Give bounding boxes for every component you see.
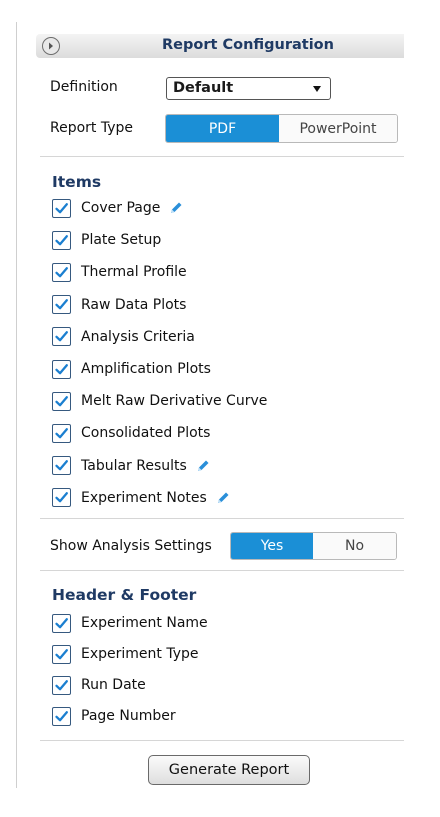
header-footer-section-title: Header & Footer [52, 586, 197, 604]
collapse-button[interactable] [42, 37, 60, 55]
checkbox-label: Consolidated Plots [81, 425, 211, 442]
report-item-item[interactable]: Raw Data Plots [52, 294, 186, 316]
checkbox[interactable] [52, 644, 71, 664]
checkbox[interactable] [52, 262, 71, 282]
items-section-title: Items [52, 173, 102, 191]
check-icon [55, 299, 68, 310]
definition-select[interactable]: Default [166, 77, 331, 100]
chevron-right-icon [49, 42, 53, 50]
report-type-pdf[interactable]: PDF [166, 115, 279, 142]
checkbox-label: Experiment Type [81, 646, 199, 662]
checkbox-label: Plate Setup [81, 232, 162, 249]
checkbox-label: Experiment Name [81, 615, 208, 631]
header-footer-item-item[interactable]: Page Number [52, 705, 176, 727]
show-analysis-yes[interactable]: Yes [231, 533, 313, 559]
divider [40, 570, 404, 571]
show-analysis-settings-toggle: Yes No [230, 532, 397, 560]
header-footer-item-item[interactable]: Run Date [52, 674, 146, 696]
check-icon [55, 202, 68, 213]
checkbox-label: Experiment Notes [81, 489, 207, 506]
check-icon [55, 266, 68, 278]
panel-border [16, 22, 17, 788]
checkbox[interactable] [52, 391, 71, 411]
check-icon [55, 427, 68, 439]
checkbox[interactable] [52, 359, 71, 379]
check-icon [55, 234, 68, 246]
edit-pencil-icon[interactable] [168, 200, 184, 216]
report-item-item[interactable]: Thermal Profile [52, 261, 187, 283]
divider [40, 156, 404, 157]
show-analysis-no[interactable]: No [313, 533, 396, 559]
edit-pencil-icon[interactable] [215, 490, 231, 506]
checkbox-label: Page Number [81, 708, 176, 724]
checkbox[interactable] [52, 488, 71, 508]
report-item-item[interactable]: Melt Raw Derivative Curve [52, 390, 267, 412]
check-icon [55, 710, 68, 721]
report-item-item[interactable]: Analysis Criteria [52, 326, 195, 348]
report-item-item[interactable]: Consolidated Plots [52, 422, 210, 444]
check-icon [55, 492, 68, 503]
edit-pencil-icon[interactable] [195, 458, 211, 474]
check-icon [55, 648, 68, 659]
check-icon [55, 679, 68, 690]
checkbox-label: Melt Raw Derivative Curve [81, 393, 268, 410]
checkbox[interactable] [52, 706, 71, 726]
checkbox-label: Amplification Plots [81, 361, 211, 377]
checkbox[interactable] [52, 327, 71, 347]
check-icon [55, 395, 68, 407]
checkbox-label: Cover Page [81, 200, 161, 216]
checkbox[interactable] [52, 295, 71, 315]
check-icon [55, 617, 68, 628]
report-item-item[interactable]: Experiment Notes [52, 487, 231, 509]
checkbox[interactable] [52, 423, 71, 443]
checkbox[interactable] [52, 198, 71, 218]
divider [40, 740, 404, 741]
check-icon [55, 331, 68, 342]
show-analysis-settings-label: Show Analysis Settings [50, 538, 212, 554]
header-footer-item-item[interactable]: Experiment Name [52, 612, 208, 634]
checkbox-label: Raw Data Plots [81, 296, 187, 313]
check-icon [55, 363, 68, 374]
checkbox-label: Run Date [81, 677, 146, 693]
dropdown-arrow-icon [313, 86, 321, 92]
header-footer-item-item[interactable]: Experiment Type [52, 643, 199, 665]
definition-label: Definition [50, 79, 118, 95]
report-type-toggle: PDF PowerPoint [165, 114, 398, 143]
report-item-item[interactable]: Amplification Plots [52, 358, 211, 380]
generate-report-button[interactable]: Generate Report [148, 755, 310, 785]
checkbox[interactable] [52, 675, 71, 695]
report-item-item[interactable]: Tabular Results [52, 455, 211, 477]
check-icon [55, 460, 68, 471]
report-item-item[interactable]: Cover Page [52, 197, 184, 219]
panel-header: Report Configuration [36, 34, 404, 58]
checkbox[interactable] [52, 456, 71, 476]
checkbox[interactable] [52, 613, 71, 633]
report-item-item[interactable]: Plate Setup [52, 229, 161, 251]
divider [40, 518, 404, 519]
checkbox-label: Tabular Results [81, 457, 187, 474]
definition-selected-value: Default [173, 80, 234, 96]
report-type-label: Report Type [50, 120, 134, 136]
report-type-powerpoint[interactable]: PowerPoint [279, 115, 397, 142]
checkbox-label: Thermal Profile [81, 264, 187, 281]
checkbox-label: Analysis Criteria [81, 328, 195, 345]
checkbox[interactable] [52, 230, 71, 250]
panel-title: Report Configuration [162, 37, 334, 53]
